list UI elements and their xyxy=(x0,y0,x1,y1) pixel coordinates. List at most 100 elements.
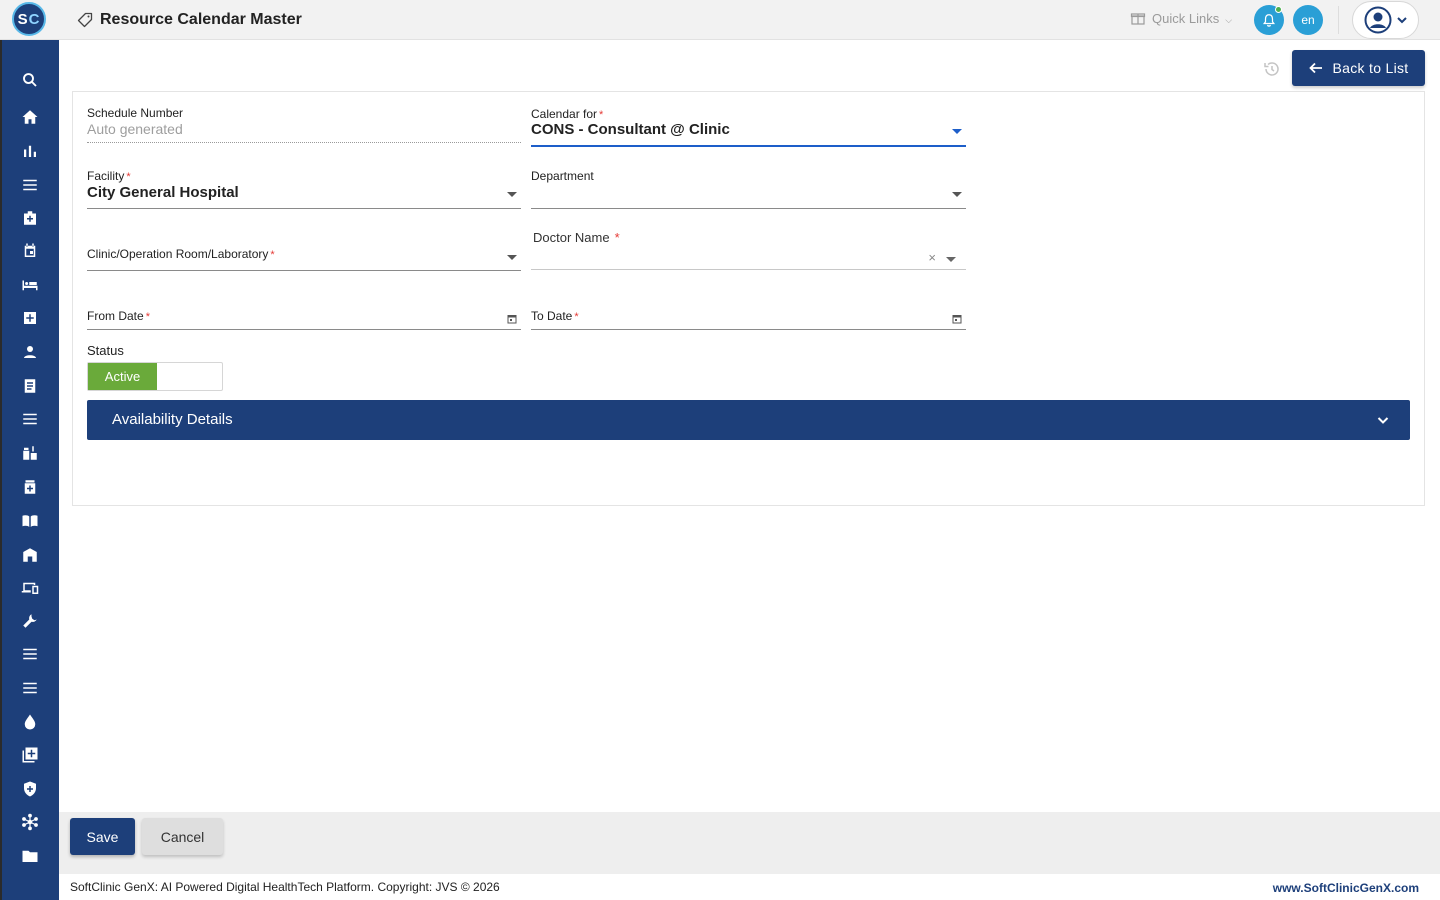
calendar-for-select[interactable]: Calendar for * CONS - Consultant @ Clinic xyxy=(531,107,966,147)
calendar-icon[interactable] xyxy=(507,314,517,324)
field-underline xyxy=(87,142,521,143)
menu-icon[interactable] xyxy=(20,678,40,698)
app-logo[interactable]: SC xyxy=(12,2,46,36)
pharmacy-icon[interactable] xyxy=(20,443,40,463)
person-icon[interactable] xyxy=(20,342,40,362)
menu-icon[interactable] xyxy=(20,409,40,429)
clinic-label: Clinic/Operation Room/Laboratory xyxy=(87,247,269,261)
schedule-number-field: Schedule Number Auto generated xyxy=(87,106,521,143)
form-card xyxy=(72,91,1425,506)
avatar-icon xyxy=(1364,6,1391,34)
bar-chart-icon[interactable] xyxy=(20,141,40,161)
receipt-icon[interactable] xyxy=(20,376,40,396)
dropdown-caret-icon[interactable] xyxy=(507,192,517,197)
chevron-down-icon xyxy=(1396,17,1407,24)
language-button[interactable]: en xyxy=(1293,5,1323,35)
clinic-select[interactable]: Clinic/Operation Room/Laboratory * xyxy=(87,247,521,271)
to-date-label-wrap: To Date * xyxy=(531,309,966,323)
field-underline xyxy=(531,329,966,330)
shield-icon[interactable] xyxy=(20,779,40,799)
facility-value: City General Hospital xyxy=(87,184,239,201)
home-icon[interactable] xyxy=(20,107,40,127)
doctor-name-label: Doctor Name xyxy=(533,230,610,245)
from-date-label-wrap: From Date * xyxy=(87,309,521,323)
from-date-field[interactable]: From Date * xyxy=(87,309,521,330)
to-date-field[interactable]: To Date * xyxy=(531,309,966,330)
back-to-list-button[interactable]: Back to List xyxy=(1292,50,1425,86)
doctor-name-label-wrap: Doctor Name * xyxy=(531,230,966,245)
quick-links-menu[interactable]: Quick Links ⌵ xyxy=(1130,10,1232,26)
blood-drop-icon[interactable] xyxy=(20,712,40,732)
history-icon[interactable] xyxy=(1263,60,1281,78)
dropdown-caret-icon[interactable] xyxy=(946,257,956,262)
website-link[interactable]: www.SoftClinicGenX.com xyxy=(1273,881,1419,895)
availability-details-accordion[interactable]: Availability Details xyxy=(87,400,1410,440)
doctor-name-select[interactable]: Doctor Name * × xyxy=(531,230,966,270)
to-date-label: To Date xyxy=(531,309,573,323)
status-toggle[interactable]: Active xyxy=(87,362,223,391)
field-underline xyxy=(531,145,966,147)
field-underline xyxy=(87,329,521,330)
user-menu[interactable] xyxy=(1352,1,1419,39)
schedule-number-label: Schedule Number xyxy=(87,106,184,120)
wrench-icon[interactable] xyxy=(20,611,40,631)
medical-bag-icon[interactable] xyxy=(20,208,40,228)
required-mark: * xyxy=(574,311,579,323)
chevron-down-icon: ⌵ xyxy=(1225,14,1233,25)
calendar-icon[interactable] xyxy=(20,241,40,261)
department-select[interactable]: Department xyxy=(531,169,966,209)
book-icon[interactable] xyxy=(20,511,40,531)
devices-icon[interactable] xyxy=(20,578,40,598)
calendar-icon[interactable] xyxy=(952,314,962,324)
logo-letter-c: C xyxy=(28,10,41,28)
divider xyxy=(1338,6,1339,34)
dropdown-caret-icon[interactable] xyxy=(952,129,962,134)
notification-dot xyxy=(1275,6,1282,13)
schedule-number-value: Auto generated xyxy=(87,121,183,137)
status-active-option[interactable]: Active xyxy=(88,363,157,390)
field-underline xyxy=(531,269,966,270)
required-mark: * xyxy=(270,249,275,261)
calendar-for-label: Calendar for xyxy=(531,107,598,121)
top-bar: SC Resource Calendar Master Quick Links … xyxy=(0,0,1440,40)
field-underline xyxy=(531,208,966,209)
clear-icon[interactable]: × xyxy=(928,250,936,265)
field-underline xyxy=(87,208,521,209)
required-mark: * xyxy=(126,171,131,183)
library-add-icon[interactable] xyxy=(20,745,40,765)
menu-icon[interactable] xyxy=(20,644,40,664)
logo-letter-s: S xyxy=(17,10,29,28)
status-label: Status xyxy=(87,343,124,358)
bed-icon[interactable] xyxy=(20,275,40,295)
folder-icon[interactable] xyxy=(20,846,40,866)
footer: SoftClinic GenX: AI Powered Digital Heal… xyxy=(59,874,1440,900)
gift-icon xyxy=(1130,13,1146,25)
menu-icon[interactable] xyxy=(20,175,40,195)
chevron-down-icon xyxy=(1377,417,1389,424)
dropdown-caret-icon[interactable] xyxy=(507,255,517,260)
quick-links-label: Quick Links xyxy=(1152,10,1220,26)
facility-select[interactable]: Facility * City General Hospital xyxy=(87,169,521,209)
search-icon[interactable] xyxy=(20,70,40,90)
pill-box-icon[interactable] xyxy=(20,477,40,497)
save-button[interactable]: Save xyxy=(70,818,135,855)
clinic-label-wrap: Clinic/Operation Room/Laboratory * xyxy=(87,247,521,261)
department-label: Department xyxy=(531,169,594,183)
sidebar xyxy=(0,40,59,900)
dropdown-caret-icon[interactable] xyxy=(952,192,962,197)
medical-plus-icon[interactable] xyxy=(20,308,40,328)
bell-icon xyxy=(1262,14,1276,27)
cancel-button[interactable]: Cancel xyxy=(142,818,223,855)
facility-label-wrap: Facility * xyxy=(87,169,521,183)
calendar-for-label-wrap: Calendar for * xyxy=(531,107,966,121)
action-bar xyxy=(59,812,1440,874)
notifications-button[interactable] xyxy=(1254,5,1284,35)
field-underline xyxy=(87,270,521,271)
from-date-label: From Date xyxy=(87,309,144,323)
calendar-for-value: CONS - Consultant @ Clinic xyxy=(531,121,730,138)
tag-icon xyxy=(77,12,93,28)
required-mark: * xyxy=(614,230,620,245)
network-icon[interactable] xyxy=(20,812,40,832)
copyright-text: SoftClinic GenX: AI Powered Digital Heal… xyxy=(70,880,500,894)
store-icon[interactable] xyxy=(20,545,40,565)
